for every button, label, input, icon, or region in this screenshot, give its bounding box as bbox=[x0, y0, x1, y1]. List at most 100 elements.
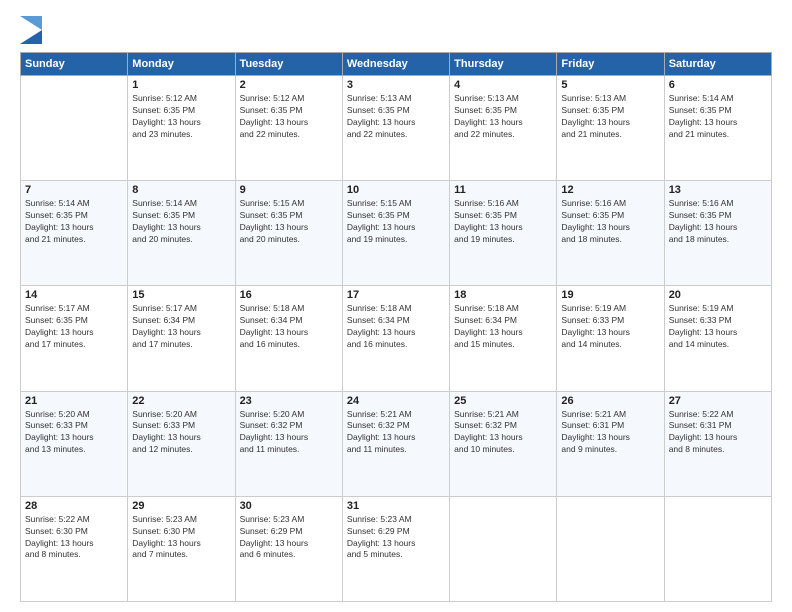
day-cell: 12Sunrise: 5:16 AM Sunset: 6:35 PM Dayli… bbox=[557, 181, 664, 286]
day-cell bbox=[664, 496, 771, 601]
day-cell: 14 Sunrise: 5:17 AM Sunset: 6:35 PM Dayli… bbox=[21, 286, 128, 391]
day-cell: 18 Sunrise: 5:18 AM Sunset: 6:34 PM Dayli… bbox=[450, 286, 557, 391]
day-info: Sunrise: 5:20 AM Sunset: 6:33 PM Dayligh… bbox=[132, 409, 230, 457]
col-header-thursday: Thursday bbox=[450, 53, 557, 76]
day-number: 10 bbox=[347, 184, 445, 196]
day-cell: 15 Sunrise: 5:17 AM Sunset: 6:34 PM Dayli… bbox=[128, 286, 235, 391]
day-cell: 17 Sunrise: 5:18 AM Sunset: 6:34 PM Dayli… bbox=[342, 286, 449, 391]
day-cell: 3Sunrise: 5:13 AM Sunset: 6:35 PM Daylig… bbox=[342, 76, 449, 181]
day-number: 28 bbox=[25, 500, 123, 512]
day-number: 8 bbox=[132, 184, 230, 196]
day-info: Sunrise: 5:21 AM Sunset: 6:31 PM Dayligh… bbox=[561, 409, 659, 457]
week-row-1: 1 Sunrise: 5:12 AM Sunset: 6:35 PM Daylig… bbox=[21, 76, 772, 181]
day-number: 6 bbox=[669, 79, 767, 91]
day-cell: 23 Sunrise: 5:20 AM Sunset: 6:32 PM Dayli… bbox=[235, 391, 342, 496]
day-info: Sunrise: 5:21 AM Sunset: 6:32 PM Dayligh… bbox=[454, 409, 552, 457]
day-cell: 16Sunrise: 5:18 AM Sunset: 6:34 PM Dayli… bbox=[235, 286, 342, 391]
day-info: Sunrise: 5:19 AM Sunset: 6:33 PM Dayligh… bbox=[669, 303, 767, 351]
day-cell: 19 Sunrise: 5:19 AM Sunset: 6:33 PM Dayli… bbox=[557, 286, 664, 391]
day-cell: 7 Sunrise: 5:14 AM Sunset: 6:35 PM Daylig… bbox=[21, 181, 128, 286]
day-cell: 2Sunrise: 5:12 AM Sunset: 6:35 PM Daylig… bbox=[235, 76, 342, 181]
day-info: Sunrise: 5:18 AM Sunset: 6:34 PM Dayligh… bbox=[454, 303, 552, 351]
day-info: Sunrise: 5:22 AM Sunset: 6:30 PM Dayligh… bbox=[25, 514, 123, 562]
calendar-page: SundayMondayTuesdayWednesdayThursdayFrid… bbox=[0, 0, 792, 612]
day-cell: 5 Sunrise: 5:13 AM Sunset: 6:35 PM Daylig… bbox=[557, 76, 664, 181]
day-cell bbox=[450, 496, 557, 601]
day-cell: 26 Sunrise: 5:21 AM Sunset: 6:31 PM Dayli… bbox=[557, 391, 664, 496]
col-header-saturday: Saturday bbox=[664, 53, 771, 76]
header-row: SundayMondayTuesdayWednesdayThursdayFrid… bbox=[21, 53, 772, 76]
day-info: Sunrise: 5:13 AM Sunset: 6:35 PM Dayligh… bbox=[454, 93, 552, 141]
day-number: 7 bbox=[25, 184, 123, 196]
day-cell: 6 Sunrise: 5:14 AM Sunset: 6:35 PM Daylig… bbox=[664, 76, 771, 181]
col-header-monday: Monday bbox=[128, 53, 235, 76]
day-cell: 25 Sunrise: 5:21 AM Sunset: 6:32 PM Dayli… bbox=[450, 391, 557, 496]
week-row-5: 28 Sunrise: 5:22 AM Sunset: 6:30 PM Dayli… bbox=[21, 496, 772, 601]
day-info: Sunrise: 5:14 AM Sunset: 6:35 PM Dayligh… bbox=[25, 198, 123, 246]
day-info: Sunrise: 5:16 AM Sunset: 6:35 PM Dayligh… bbox=[669, 198, 767, 246]
col-header-friday: Friday bbox=[557, 53, 664, 76]
day-info: Sunrise: 5:12 AM Sunset: 6:35 PM Dayligh… bbox=[240, 93, 338, 141]
day-info: Sunrise: 5:17 AM Sunset: 6:35 PM Dayligh… bbox=[25, 303, 123, 351]
day-cell: 27Sunrise: 5:22 AM Sunset: 6:31 PM Dayli… bbox=[664, 391, 771, 496]
day-cell: 1 Sunrise: 5:12 AM Sunset: 6:35 PM Daylig… bbox=[128, 76, 235, 181]
day-info: Sunrise: 5:14 AM Sunset: 6:35 PM Dayligh… bbox=[132, 198, 230, 246]
day-number: 20 bbox=[669, 289, 767, 301]
day-number: 18 bbox=[454, 289, 552, 301]
day-number: 12 bbox=[561, 184, 659, 196]
day-info: Sunrise: 5:12 AM Sunset: 6:35 PM Dayligh… bbox=[132, 93, 230, 141]
day-number: 13 bbox=[669, 184, 767, 196]
logo bbox=[20, 16, 45, 44]
day-cell: 9Sunrise: 5:15 AM Sunset: 6:35 PM Daylig… bbox=[235, 181, 342, 286]
week-row-4: 21Sunrise: 5:20 AM Sunset: 6:33 PM Dayli… bbox=[21, 391, 772, 496]
day-info: Sunrise: 5:23 AM Sunset: 6:29 PM Dayligh… bbox=[240, 514, 338, 562]
day-number: 22 bbox=[132, 395, 230, 407]
col-header-sunday: Sunday bbox=[21, 53, 128, 76]
calendar-table: SundayMondayTuesdayWednesdayThursdayFrid… bbox=[20, 52, 772, 602]
day-number: 29 bbox=[132, 500, 230, 512]
day-cell: 29 Sunrise: 5:23 AM Sunset: 6:30 PM Dayli… bbox=[128, 496, 235, 601]
day-number: 9 bbox=[240, 184, 338, 196]
week-row-2: 7 Sunrise: 5:14 AM Sunset: 6:35 PM Daylig… bbox=[21, 181, 772, 286]
day-info: Sunrise: 5:14 AM Sunset: 6:35 PM Dayligh… bbox=[669, 93, 767, 141]
day-info: Sunrise: 5:23 AM Sunset: 6:29 PM Dayligh… bbox=[347, 514, 445, 562]
day-info: Sunrise: 5:13 AM Sunset: 6:35 PM Dayligh… bbox=[347, 93, 445, 141]
day-number: 5 bbox=[561, 79, 659, 91]
day-number: 15 bbox=[132, 289, 230, 301]
day-number: 31 bbox=[347, 500, 445, 512]
logo-icon bbox=[20, 16, 42, 44]
day-info: Sunrise: 5:23 AM Sunset: 6:30 PM Dayligh… bbox=[132, 514, 230, 562]
day-number: 19 bbox=[561, 289, 659, 301]
day-cell bbox=[557, 496, 664, 601]
header bbox=[20, 16, 772, 44]
day-cell: 28 Sunrise: 5:22 AM Sunset: 6:30 PM Dayli… bbox=[21, 496, 128, 601]
day-info: Sunrise: 5:18 AM Sunset: 6:34 PM Dayligh… bbox=[347, 303, 445, 351]
day-info: Sunrise: 5:13 AM Sunset: 6:35 PM Dayligh… bbox=[561, 93, 659, 141]
day-number: 1 bbox=[132, 79, 230, 91]
day-cell: 10 Sunrise: 5:15 AM Sunset: 6:35 PM Dayli… bbox=[342, 181, 449, 286]
day-info: Sunrise: 5:21 AM Sunset: 6:32 PM Dayligh… bbox=[347, 409, 445, 457]
day-info: Sunrise: 5:20 AM Sunset: 6:32 PM Dayligh… bbox=[240, 409, 338, 457]
day-number: 23 bbox=[240, 395, 338, 407]
day-number: 27 bbox=[669, 395, 767, 407]
day-cell bbox=[21, 76, 128, 181]
day-cell: 21Sunrise: 5:20 AM Sunset: 6:33 PM Dayli… bbox=[21, 391, 128, 496]
day-cell: 31 Sunrise: 5:23 AM Sunset: 6:29 PM Dayli… bbox=[342, 496, 449, 601]
day-number: 17 bbox=[347, 289, 445, 301]
day-info: Sunrise: 5:15 AM Sunset: 6:35 PM Dayligh… bbox=[347, 198, 445, 246]
day-info: Sunrise: 5:17 AM Sunset: 6:34 PM Dayligh… bbox=[132, 303, 230, 351]
day-number: 26 bbox=[561, 395, 659, 407]
day-cell: 30Sunrise: 5:23 AM Sunset: 6:29 PM Dayli… bbox=[235, 496, 342, 601]
day-info: Sunrise: 5:16 AM Sunset: 6:35 PM Dayligh… bbox=[454, 198, 552, 246]
day-number: 25 bbox=[454, 395, 552, 407]
day-cell: 24 Sunrise: 5:21 AM Sunset: 6:32 PM Dayli… bbox=[342, 391, 449, 496]
week-row-3: 14 Sunrise: 5:17 AM Sunset: 6:35 PM Dayli… bbox=[21, 286, 772, 391]
day-cell: 8 Sunrise: 5:14 AM Sunset: 6:35 PM Daylig… bbox=[128, 181, 235, 286]
day-info: Sunrise: 5:19 AM Sunset: 6:33 PM Dayligh… bbox=[561, 303, 659, 351]
day-number: 14 bbox=[25, 289, 123, 301]
day-number: 11 bbox=[454, 184, 552, 196]
day-cell: 4Sunrise: 5:13 AM Sunset: 6:35 PM Daylig… bbox=[450, 76, 557, 181]
day-number: 24 bbox=[347, 395, 445, 407]
day-cell: 20 Sunrise: 5:19 AM Sunset: 6:33 PM Dayli… bbox=[664, 286, 771, 391]
col-header-tuesday: Tuesday bbox=[235, 53, 342, 76]
